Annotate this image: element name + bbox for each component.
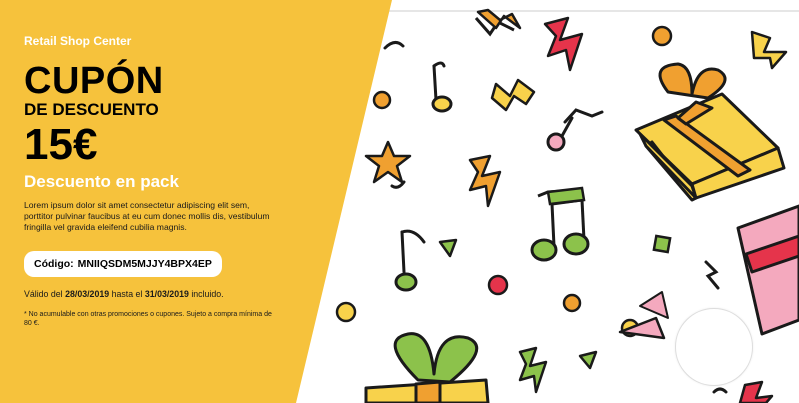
validity-middle: hasta el xyxy=(111,289,143,299)
validity-prefix: Válido del xyxy=(24,289,63,299)
coupon-code-box[interactable]: Código: MNIIQSDM5MJJY4BPX4EP xyxy=(24,251,222,277)
validity-suffix: incluido. xyxy=(191,289,224,299)
fine-print: * No acumulable con otras promociones o … xyxy=(24,311,272,327)
brand-name: Retail Shop Center xyxy=(24,34,132,48)
coupon-card: Retail Shop Center CUPÓN DE DESCUENTO 15… xyxy=(0,0,799,403)
coupon-code-value: MNIIQSDM5MJJY4BPX4EP xyxy=(77,258,212,270)
validity-start-date: 28/03/2019 xyxy=(65,289,110,299)
coupon-description: Lorem ipsum dolor sit amet consectetur a… xyxy=(24,200,270,232)
coupon-content: Retail Shop Center CUPÓN DE DESCUENTO 15… xyxy=(24,34,324,328)
coupon-code-label: Código: xyxy=(34,258,74,270)
circle-button[interactable] xyxy=(675,308,753,386)
discount-type: Descuento en pack xyxy=(24,172,179,191)
discount-amount: 15€ xyxy=(24,120,98,169)
coupon-title: CUPÓN xyxy=(24,60,164,102)
validity-end-date: 31/03/2019 xyxy=(144,289,189,299)
coupon-subtitle: DE DESCUENTO xyxy=(24,100,159,119)
validity-text: Válido del 28/03/2019 hasta el 31/03/201… xyxy=(24,289,264,300)
